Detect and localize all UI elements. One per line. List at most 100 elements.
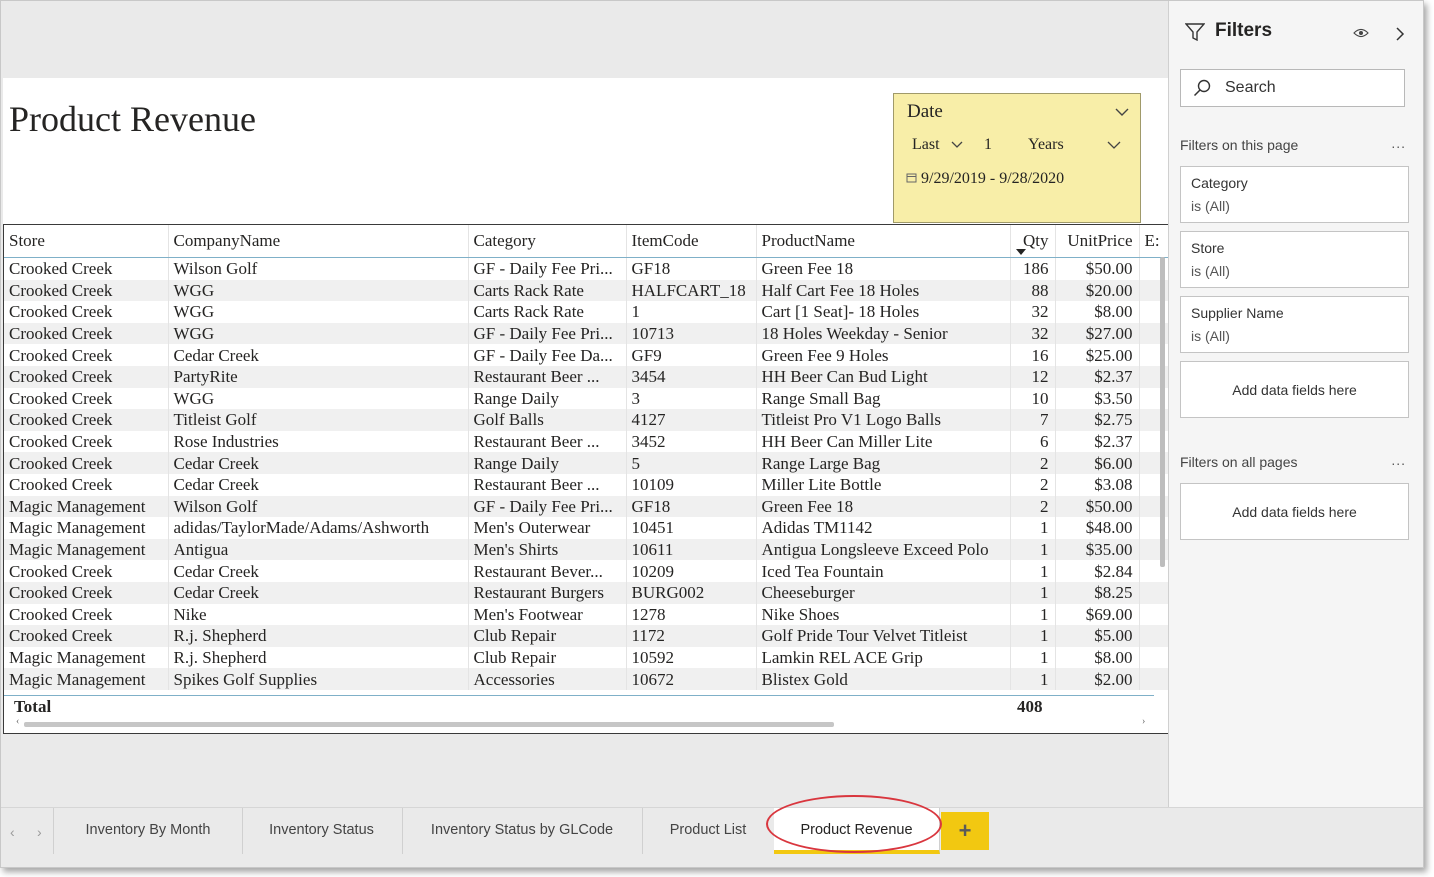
table-row[interactable]: Magic Management Spikes Golf Supplies Acce…: [4, 668, 1168, 690]
table-row[interactable]: Crooked Creek Cedar Creek Restaurant Bever…: [4, 560, 1168, 582]
table-row[interactable]: Crooked Creek R.j. Shepherd Club Repair 117…: [4, 625, 1168, 647]
date-slicer[interactable]: Date Last 1 Years 9/29/2019 - 9/28/2020: [893, 93, 1141, 223]
table-row[interactable]: Crooked Creek Titleist Golf Golf Balls 4127…: [4, 409, 1168, 431]
table-cell: $2.75: [1055, 409, 1140, 431]
filter-icon: [1185, 23, 1205, 41]
filter-search-input[interactable]: Search: [1180, 69, 1405, 107]
table-row[interactable]: Crooked Creek Nike Men's Footwear 1278 Nike …: [4, 603, 1168, 626]
column-header[interactable]: ProductName: [756, 225, 1011, 258]
filter-value: is (All): [1191, 198, 1230, 214]
count-input[interactable]: 1: [984, 136, 992, 154]
table-row[interactable]: Crooked Creek Rose Industries Restaurant B…: [4, 430, 1168, 453]
table-cell: $3.50: [1055, 387, 1140, 410]
table-cell: 10592: [626, 646, 757, 669]
table-cell: 3454: [626, 365, 757, 388]
table-cell: Rose Industries: [168, 430, 469, 453]
table-cell: 1: [1010, 538, 1056, 561]
column-header[interactable]: CompanyName: [168, 225, 469, 258]
column-header[interactable]: UnitPrice: [1055, 225, 1140, 258]
chevron-down-icon: [951, 141, 963, 149]
table-cell: 10451: [626, 517, 757, 539]
sort-descending-icon[interactable]: [1016, 249, 1026, 255]
eye-icon[interactable]: [1353, 27, 1369, 39]
more-options-icon[interactable]: ...: [1391, 135, 1406, 151]
table-cell: 1: [1010, 603, 1056, 626]
scroll-left-icon[interactable]: ‹: [16, 716, 19, 727]
tab-inventory-status-glcode[interactable]: Inventory Status by GLCode: [402, 808, 643, 854]
table-cell: Golf Pride Tour Velvet Titleist: [756, 625, 1011, 647]
scroll-thumb[interactable]: [1160, 257, 1165, 567]
table-cell: Nike: [168, 603, 469, 626]
horizontal-scrollbar[interactable]: ‹ ›: [4, 716, 1154, 731]
table-cell: Cedar Creek: [168, 560, 469, 582]
table-row[interactable]: Magic Management Antigua Men's Shirts 10611…: [4, 538, 1168, 561]
table-cell: 10672: [626, 668, 757, 690]
table-row[interactable]: Crooked Creek WGG Carts Rack Rate HALFCART_…: [4, 279, 1168, 302]
table-cell: adidas/TaylorMade/Adams/Ashworth: [168, 517, 469, 539]
table-cell: 2: [1010, 495, 1056, 518]
table-row[interactable]: Crooked Creek Cedar Creek Range Daily 5 Rang…: [4, 452, 1168, 474]
tab-scroll-left-icon[interactable]: ‹: [10, 824, 15, 840]
vertical-scrollbar[interactable]: [1158, 257, 1166, 697]
unit-dropdown[interactable]: Years: [1028, 136, 1064, 154]
chevron-down-icon[interactable]: [1114, 104, 1130, 120]
chevron-down-icon[interactable]: [1106, 140, 1122, 150]
table-cell: Magic Management: [4, 538, 169, 561]
table-cell: Crooked Creek: [4, 452, 169, 474]
unit-value: Years: [1028, 136, 1064, 153]
table-row[interactable]: Crooked Creek Wilson Golf GF - Daily Fee P…: [4, 257, 1168, 280]
more-options-icon[interactable]: ...: [1391, 452, 1406, 468]
table-row[interactable]: Magic Management R.j. Shepherd Club Repair…: [4, 646, 1168, 669]
table-row[interactable]: Crooked Creek Cedar Creek GF - Daily Fee D…: [4, 344, 1168, 366]
column-header[interactable]: E:: [1139, 225, 1168, 258]
table-cell: HH Beer Can Bud Light: [756, 365, 1011, 388]
table-cell: 10: [1010, 387, 1056, 410]
table-row[interactable]: Crooked Creek WGG GF - Daily Fee Pri... 107…: [4, 322, 1168, 345]
table-cell: R.j. Shepherd: [168, 646, 469, 669]
page-title: Product Revenue: [9, 99, 256, 139]
filter-card-supplier[interactable]: Supplier Name is (All): [1180, 296, 1409, 353]
column-header[interactable]: ItemCode: [626, 225, 757, 258]
tab-product-list[interactable]: Product List: [642, 808, 775, 854]
scroll-thumb[interactable]: [24, 722, 834, 727]
chevron-right-icon[interactable]: [1395, 26, 1405, 42]
total-qty: 408: [1017, 697, 1043, 716]
filters-title: Filters: [1215, 20, 1273, 41]
table-cell: WGG: [168, 387, 469, 410]
table-cell: Titleist Pro V1 Logo Balls: [756, 409, 1011, 431]
add-page-button[interactable]: +: [941, 812, 989, 850]
add-page-filter-dropzone[interactable]: Add data fields here: [1180, 361, 1409, 418]
add-fields-label: Add data fields here: [1232, 382, 1357, 398]
scroll-right-icon[interactable]: ›: [1142, 716, 1145, 727]
filter-card-category[interactable]: Category is (All): [1180, 166, 1409, 223]
add-report-filter-dropzone[interactable]: Add data fields here: [1180, 483, 1409, 540]
tab-inventory-status[interactable]: Inventory Status: [241, 808, 403, 854]
table-cell: $8.00: [1055, 646, 1140, 669]
tab-scroll-right-icon[interactable]: ›: [37, 824, 42, 840]
column-header[interactable]: Store: [4, 225, 169, 258]
table-row[interactable]: Crooked Creek Cedar Creek Restaurant Beer …: [4, 473, 1168, 496]
filters-pane: Filters Search Filters on this page ... …: [1168, 1, 1423, 807]
table-row[interactable]: Crooked Creek PartyRite Restaurant Beer ..…: [4, 365, 1168, 388]
table-cell: Iced Tea Fountain: [756, 560, 1011, 582]
table-cell: Magic Management: [4, 517, 169, 539]
table-cell: 2: [1010, 452, 1056, 474]
table-row[interactable]: Crooked Creek WGG Range Daily 3 Range Small …: [4, 387, 1168, 410]
table-cell: 1: [1010, 646, 1056, 669]
report-page: Product Revenue Date Last 1 Years 9/29/2…: [3, 78, 1169, 734]
table-cell: Crooked Creek: [4, 301, 169, 323]
column-header[interactable]: Category: [468, 225, 627, 258]
filter-card-store[interactable]: Store is (All): [1180, 231, 1409, 288]
table-cell: $8.00: [1055, 301, 1140, 323]
table-row[interactable]: Magic Management Wilson Golf GF - Daily Fe…: [4, 495, 1168, 518]
table-row[interactable]: Crooked Creek WGG Carts Rack Rate 1 Cart [1 …: [4, 301, 1168, 323]
table-row[interactable]: Crooked Creek Cedar Creek Restaurant Burge…: [4, 581, 1168, 604]
table-cell: 12: [1010, 365, 1056, 388]
filter-field: Store: [1191, 240, 1225, 256]
table-cell: 2: [1010, 473, 1056, 496]
table-cell: Crooked Creek: [4, 581, 169, 604]
relative-dropdown[interactable]: Last: [912, 136, 964, 154]
table-cell: 6: [1010, 430, 1056, 453]
table-row[interactable]: Magic Management adidas/TaylorMade/Adams/…: [4, 517, 1168, 539]
tab-inventory-by-month[interactable]: Inventory By Month: [53, 808, 243, 854]
